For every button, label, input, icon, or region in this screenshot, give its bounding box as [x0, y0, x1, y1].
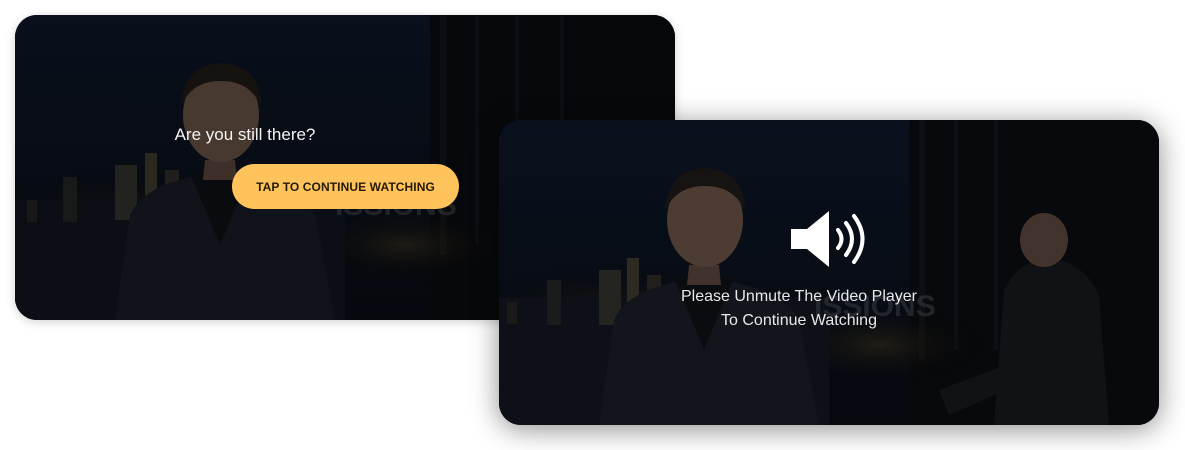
- video-player-muted-card: ISSIONS Please Unmute The Video Player T…: [499, 120, 1159, 425]
- still-there-message: Are you still there?: [174, 125, 316, 144]
- dim-overlay: [499, 120, 1159, 425]
- unmute-message-line1: Please Unmute The Video Player: [681, 288, 917, 305]
- speaker-volume-icon[interactable]: [789, 206, 869, 272]
- continue-watching-button[interactable]: TAP TO CONTINUE WATCHING: [232, 164, 459, 209]
- unmute-message-line2: To Continue Watching: [721, 312, 877, 329]
